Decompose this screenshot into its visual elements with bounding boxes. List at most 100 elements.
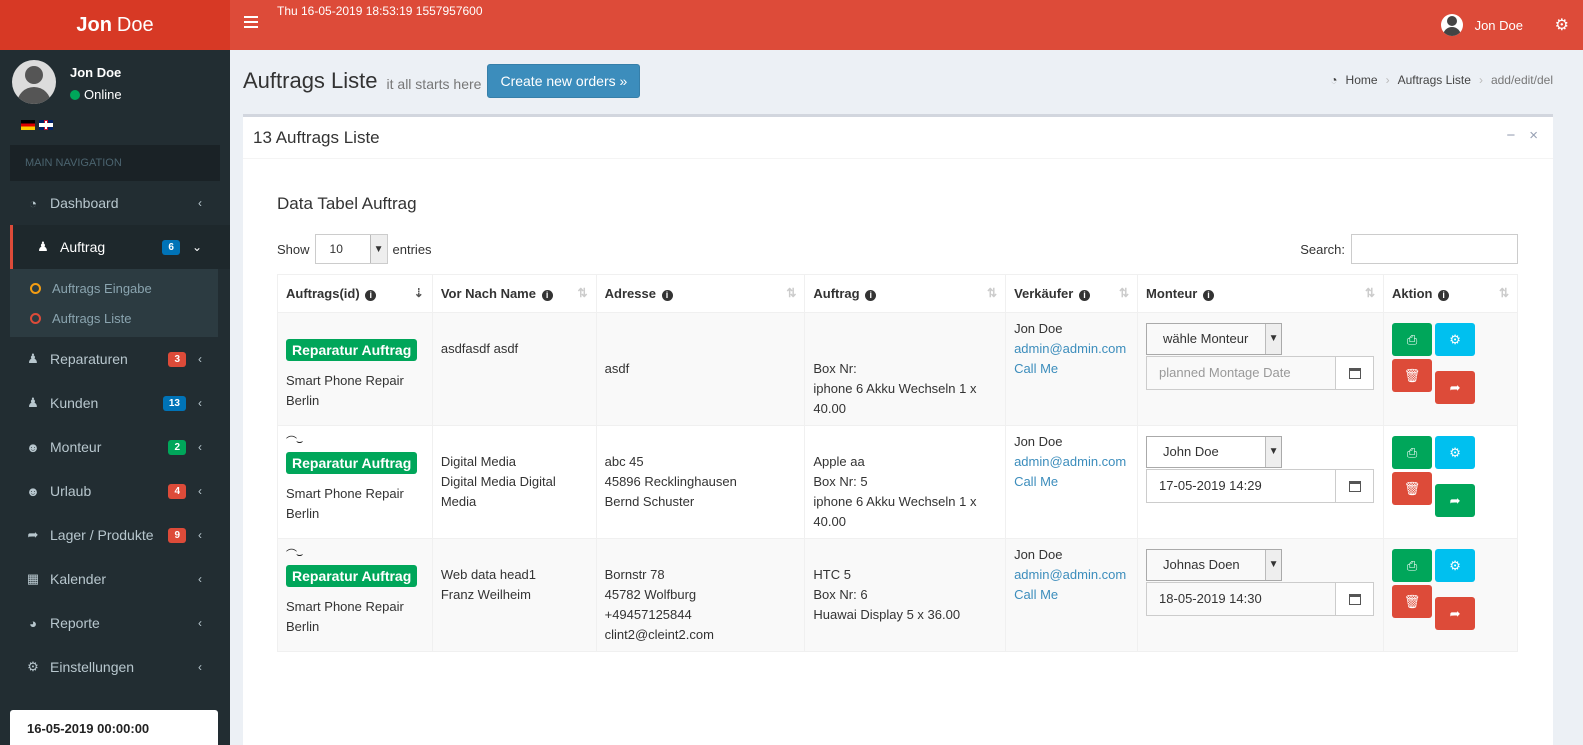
settings-button[interactable]: ⚙ xyxy=(1435,549,1476,582)
column-header-address[interactable]: Adresse i ⇅ xyxy=(595,274,806,313)
table-row: ⌒⌣ Reparatur Auftrag Smart Phone Repair … xyxy=(277,425,1518,539)
control-sidebar-cogs-icon[interactable]: ⚙ xyxy=(1555,15,1569,35)
cogs-icon: ⚙ xyxy=(1449,557,1461,573)
montage-date-input[interactable]: planned Montage Date xyxy=(1147,357,1335,389)
print-button[interactable]: ⎙ xyxy=(1392,323,1433,356)
montage-date-field[interactable]: 17-05-2019 14:29 xyxy=(1146,469,1375,503)
top-navbar: Thu 16-05-2019 18:53:19 1557957600 Jon D… xyxy=(230,0,1583,50)
print-icon: ⎙ xyxy=(1406,557,1418,573)
print-button[interactable]: ⎙ xyxy=(1392,436,1433,469)
montage-date-field[interactable]: 18-05-2019 14:30 xyxy=(1146,582,1375,616)
montage-date-field[interactable]: planned Montage Date xyxy=(1146,356,1375,390)
user-menu[interactable]: Jon Doe xyxy=(1440,0,1523,50)
address-line xyxy=(605,339,797,359)
delete-button[interactable]: 🗑 xyxy=(1392,472,1433,505)
monteur-value: John Doe xyxy=(1163,444,1219,459)
column-label: Aktion xyxy=(1392,286,1433,301)
chevron-left-icon: ‹ xyxy=(198,660,202,674)
male-icon: ♟ xyxy=(27,351,39,366)
montage-date-input[interactable]: 17-05-2019 14:29 xyxy=(1147,470,1335,502)
create-orders-button[interactable]: Create new orders » xyxy=(487,64,641,98)
settings-button[interactable]: ⚙ xyxy=(1435,436,1476,469)
sidebar-item-auftrag[interactable]: ♟ Auftrag 6 ⌄ xyxy=(10,225,230,269)
box-title: 13 Auftrags Liste xyxy=(253,127,380,147)
sidebar-item-monteur[interactable]: ☻ Monteur 2 ‹ xyxy=(0,425,230,469)
column-header-id[interactable]: Auftrags(id) i ⇣ xyxy=(277,274,433,313)
sidebar-item-kunden[interactable]: ♟ Kunden 13 ‹ xyxy=(0,381,230,425)
sort-icon: ⇅ xyxy=(1498,286,1509,300)
avatar xyxy=(1440,14,1463,36)
share-icon: ➦ xyxy=(1449,605,1461,621)
breadcrumb-separator: › xyxy=(1478,73,1483,87)
name-line xyxy=(441,379,588,399)
sub-item-auftrags-liste[interactable]: Auftrags Liste xyxy=(10,303,218,333)
brand-logo[interactable]: Jon Doe xyxy=(0,0,230,50)
monteur-select[interactable]: John Doe ▼ xyxy=(1146,436,1283,468)
column-header-monteur[interactable]: Monteur i ⇅ xyxy=(1137,274,1385,313)
sidebar-item-lager-produkte[interactable]: ➦ Lager / Produkte 9 ‹ xyxy=(0,513,230,557)
breadcrumb-auftrags-liste[interactable]: Auftrags Liste xyxy=(1398,73,1471,87)
seller-email-link[interactable]: admin@admin.com xyxy=(1014,565,1129,585)
calendar-icon xyxy=(1348,593,1361,605)
column-header-order[interactable]: Auftrag i ⇅ xyxy=(804,274,1007,313)
forward-button[interactable]: ➦ xyxy=(1435,484,1476,517)
delete-button[interactable]: 🗑 xyxy=(1392,359,1433,392)
search-input[interactable] xyxy=(1351,234,1518,264)
column-label: Monteur xyxy=(1146,286,1198,301)
language-flags xyxy=(21,120,53,130)
sidebar-item-kalender[interactable]: ▦ Kalender ‹ xyxy=(0,557,230,601)
close-icon[interactable]: × xyxy=(1529,127,1538,144)
calendar-button[interactable] xyxy=(1335,583,1374,615)
settings-button[interactable]: ⚙ xyxy=(1435,323,1476,356)
sidebar-item-label: Auftrag xyxy=(60,239,106,255)
sidebar-item-urlaub[interactable]: ☻ Urlaub 4 ‹ xyxy=(0,469,230,513)
cell-id: Reparatur Auftrag Smart Phone Repair Ber… xyxy=(277,312,433,426)
seller-email-link[interactable]: admin@admin.com xyxy=(1014,452,1129,472)
flag-uk-icon[interactable] xyxy=(39,120,53,130)
sidebar: Jon Doe Online MAIN NAVIGATION ◔ Dashboa… xyxy=(0,50,230,745)
forward-button[interactable]: ➦ xyxy=(1435,597,1476,630)
minimize-icon[interactable]: − xyxy=(1506,127,1515,144)
sidebar-item-reparaturen[interactable]: ♟ Reparaturen 3 ‹ xyxy=(0,337,230,381)
order-line xyxy=(813,625,997,645)
sub-item-auftrags-eingabe[interactable]: Auftrags Eingabe xyxy=(10,273,218,303)
sort-desc-icon: ⇣ xyxy=(413,286,424,300)
order-line: 40.00 xyxy=(813,401,846,416)
cell-seller: Jon Doe admin@admin.com Call Me xyxy=(1005,425,1139,539)
seller-email-link[interactable]: admin@admin.com xyxy=(1014,339,1129,359)
sidebar-toggle-icon[interactable] xyxy=(244,16,258,28)
content-header: Auftrags Liste it all starts here Create… xyxy=(243,64,641,98)
sidebar-item-label: Reporte xyxy=(50,615,100,631)
call-me-link[interactable]: Call Me xyxy=(1014,359,1129,379)
forward-button[interactable]: ➦ xyxy=(1435,371,1476,404)
breadcrumb-home[interactable]: Home xyxy=(1346,73,1378,87)
montage-date-input[interactable]: 18-05-2019 14:30 xyxy=(1147,583,1335,615)
address-line: Bernd Schuster xyxy=(604,494,695,509)
calendar-button[interactable] xyxy=(1335,357,1374,389)
sidebar-item-dashboard[interactable]: ◔ Dashboard ‹ xyxy=(0,181,230,225)
call-me-link[interactable]: Call Me xyxy=(1014,585,1129,605)
calendar-button[interactable] xyxy=(1335,470,1374,502)
monteur-select[interactable]: wähle Monteur ▼ xyxy=(1146,323,1283,355)
column-label: Auftrags(id) xyxy=(286,286,360,301)
sidebar-item-einstellungen[interactable]: ⚙ Einstellungen ‹ xyxy=(0,645,230,689)
orders-table: Auftrags(id) i ⇣ Vor Nach Name i ⇅ Adresse… xyxy=(277,274,1518,652)
cell-address: asdf xyxy=(595,312,806,426)
monteur-select[interactable]: Johnas Doen ▼ xyxy=(1146,549,1283,581)
entries-select[interactable]: 10 ▼ xyxy=(314,234,388,264)
print-button[interactable]: ⎙ xyxy=(1392,549,1433,582)
sidebar-item-reporte[interactable]: ◕ Reporte ‹ xyxy=(0,601,230,645)
shop-city: Berlin xyxy=(286,506,320,521)
column-header-name[interactable]: Vor Nach Name i ⇅ xyxy=(431,274,597,313)
sidebar-item-label: Urlaub xyxy=(50,483,92,499)
flag-de-icon[interactable] xyxy=(21,120,35,130)
call-me-link[interactable]: Call Me xyxy=(1014,472,1129,492)
entries-value: 10 xyxy=(329,242,343,256)
users-icon: ☻ xyxy=(26,483,40,499)
delete-button[interactable]: 🗑 xyxy=(1392,585,1433,618)
cell-seller: Jon Doe admin@admin.com Call Me xyxy=(1005,538,1139,652)
cogs-icon: ⚙ xyxy=(27,659,39,674)
column-header-action[interactable]: Aktion i ⇅ xyxy=(1383,274,1518,313)
column-header-seller[interactable]: Verkäufer i ⇅ xyxy=(1005,274,1139,313)
cell-id: ⌒⌣ Reparatur Auftrag Smart Phone Repair … xyxy=(277,538,433,652)
